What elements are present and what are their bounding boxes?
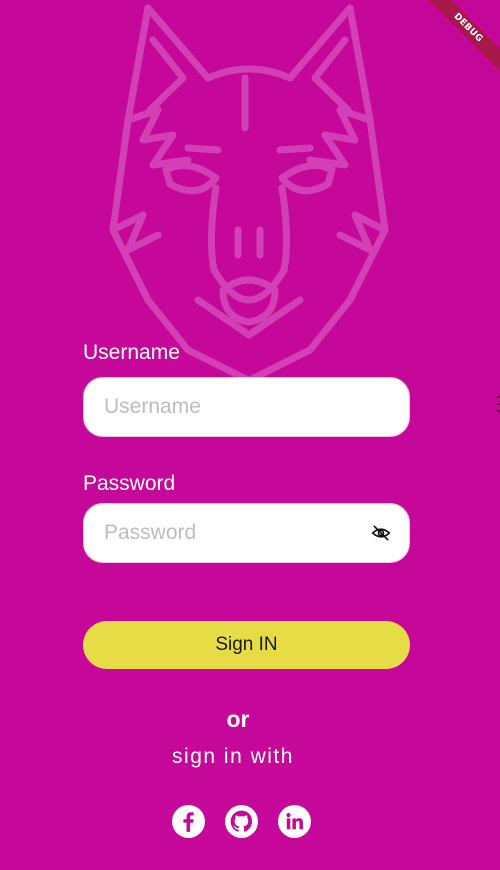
facebook-icon[interactable] (172, 805, 205, 838)
eye-off-icon[interactable] (371, 523, 391, 543)
linkedin-icon[interactable] (278, 805, 311, 838)
wolf-logo-background (109, 4, 389, 380)
password-field-container (83, 503, 410, 563)
password-input[interactable] (104, 521, 389, 545)
password-label: Password (83, 472, 176, 495)
username-input[interactable] (104, 395, 389, 419)
username-field-container (83, 377, 410, 437)
username-label: Username (83, 341, 180, 364)
sign-in-with-text: sign in with (172, 745, 294, 768)
sign-in-button[interactable]: Sign IN (83, 621, 410, 669)
debug-label: DEBUG (420, 0, 500, 77)
github-icon[interactable] (225, 805, 258, 838)
debug-banner: DEBUG (420, 0, 500, 80)
or-divider: or (226, 706, 250, 732)
